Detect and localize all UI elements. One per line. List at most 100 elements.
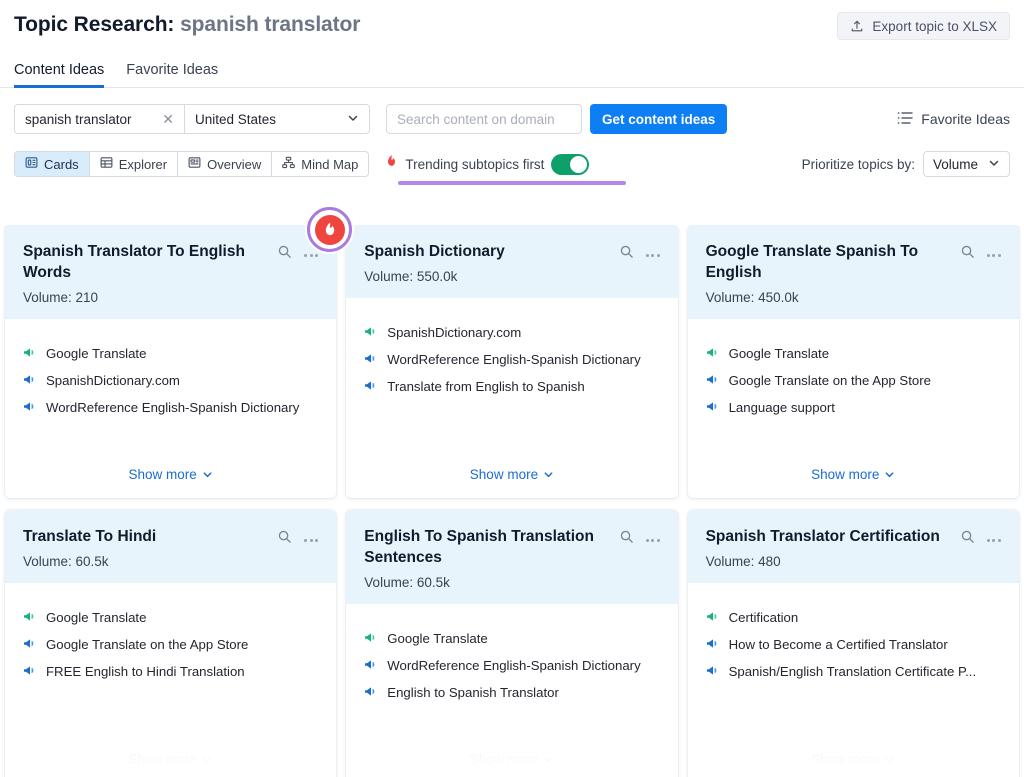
idea-item[interactable]: Google Translate on the App Store	[23, 636, 318, 655]
magnifier-icon[interactable]	[960, 529, 975, 544]
topic-card-volume: Volume: 480	[706, 554, 1001, 569]
mindmap-icon	[282, 156, 295, 172]
megaphone-icon	[706, 637, 720, 655]
ellipsis-icon[interactable]	[646, 246, 660, 257]
country-select[interactable]: United States	[184, 104, 370, 134]
view-option-cards[interactable]: Cards	[15, 152, 90, 176]
show-more-button[interactable]: Show more	[470, 752, 554, 767]
topic-card-body: Google Translate Google Translate on the…	[5, 583, 336, 743]
topic-card[interactable]: English To Spanish Translation Sentences…	[346, 510, 677, 777]
ellipsis-icon[interactable]	[987, 246, 1001, 257]
topic-card[interactable]: Spanish Dictionary Volume: 550.0k Spa	[346, 225, 677, 498]
idea-item[interactable]: Certification	[706, 609, 1001, 628]
topic-card[interactable]: Spanish Translator To English Words Volu…	[5, 225, 336, 498]
megaphone-icon	[706, 400, 720, 418]
idea-label: WordReference English-Spanish Dictionary	[46, 399, 299, 417]
ellipsis-icon[interactable]	[304, 531, 318, 542]
magnifier-icon[interactable]	[619, 529, 634, 544]
card-slot: Spanish Translator Certification Volume:…	[683, 510, 1024, 777]
idea-item[interactable]: English to Spanish Translator	[364, 684, 659, 703]
idea-item[interactable]: WordReference English-Spanish Dictionary	[23, 399, 318, 418]
show-more-button[interactable]: Show more	[811, 467, 895, 482]
magnifier-icon[interactable]	[277, 244, 292, 259]
magnifier-icon[interactable]	[960, 244, 975, 259]
content-ideas-grid: Spanish Translator To English Words Volu…	[0, 225, 1024, 777]
show-more-button[interactable]: Show more	[129, 467, 213, 482]
view-option-cards-label: Cards	[44, 157, 79, 172]
show-more-label: Show more	[470, 467, 538, 482]
get-content-ideas-button[interactable]: Get content ideas	[590, 104, 727, 134]
topic-card-footer: Show more	[5, 743, 336, 777]
chevron-down-icon	[988, 157, 1000, 172]
topic-card-footer: Show more	[346, 458, 677, 498]
domain-search-input[interactable]: Search content on domain	[386, 104, 582, 134]
chevron-down-icon	[347, 112, 359, 127]
idea-item[interactable]: FREE English to Hindi Translation	[23, 663, 318, 682]
topic-card-header: Spanish Translator Certification Volume:…	[688, 510, 1019, 583]
topic-card-header: Spanish Dictionary Volume: 550.0k	[346, 225, 677, 298]
topic-card-header: Spanish Translator To English Words Volu…	[5, 225, 336, 319]
megaphone-icon	[364, 631, 378, 649]
idea-item[interactable]: Google Translate	[706, 345, 1001, 364]
idea-item[interactable]: Language support	[706, 399, 1001, 418]
ellipsis-icon[interactable]	[987, 531, 1001, 542]
idea-item[interactable]: Google Translate	[23, 345, 318, 364]
keyword-input-value: spanish translator	[25, 112, 132, 127]
idea-item[interactable]: Translate from English to Spanish	[364, 378, 659, 397]
idea-item[interactable]: SpanishDictionary.com	[364, 324, 659, 343]
topic-card-body: Google Translate Google Translate on the…	[688, 319, 1019, 458]
topic-card-header: Translate To Hindi Volume: 60.5k	[5, 510, 336, 583]
trending-subtopics-toggle[interactable]	[551, 154, 589, 175]
overview-icon	[188, 156, 201, 172]
chevron-down-icon	[884, 754, 895, 765]
upload-icon	[850, 19, 864, 33]
idea-item[interactable]: Google Translate on the App Store	[706, 372, 1001, 391]
export-topic-button[interactable]: Export topic to XLSX	[837, 12, 1010, 40]
show-more-button[interactable]: Show more	[811, 752, 895, 767]
tab-content-ideas[interactable]: Content Ideas	[14, 62, 104, 88]
megaphone-icon	[706, 373, 720, 391]
close-icon[interactable]: ✕	[160, 110, 176, 128]
view-option-mind-map[interactable]: Mind Map	[272, 152, 368, 176]
prioritize-select[interactable]: Volume	[923, 151, 1010, 177]
ellipsis-icon[interactable]	[646, 531, 660, 542]
view-option-overview[interactable]: Overview	[178, 152, 272, 176]
topic-card[interactable]: Translate To Hindi Volume: 60.5k Goog	[5, 510, 336, 777]
idea-item[interactable]: WordReference English-Spanish Dictionary	[364, 351, 659, 370]
view-option-explorer[interactable]: Explorer	[90, 152, 178, 176]
chevron-down-icon	[202, 469, 213, 480]
chevron-down-icon	[884, 469, 895, 480]
topic-card-title: Translate To Hindi	[23, 526, 271, 547]
view-option-mind-map-label: Mind Map	[301, 157, 358, 172]
idea-label: Certification	[729, 609, 799, 627]
topic-card[interactable]: Spanish Translator Certification Volume:…	[688, 510, 1019, 777]
page-title-prefix: Topic Research:	[14, 13, 174, 36]
topic-card-title: Spanish Translator Certification	[706, 526, 954, 547]
tab-favorite-ideas[interactable]: Favorite Ideas	[126, 62, 218, 88]
topic-card-volume: Volume: 450.0k	[706, 290, 1001, 305]
keyword-input[interactable]: spanish translator ✕	[14, 104, 184, 134]
magnifier-icon[interactable]	[277, 529, 292, 544]
idea-item[interactable]: Spanish/English Translation Certificate …	[706, 663, 1001, 682]
idea-label: Spanish/English Translation Certificate …	[729, 663, 977, 681]
idea-item[interactable]: Google Translate	[364, 630, 659, 649]
show-more-button[interactable]: Show more	[129, 752, 213, 767]
topic-card-title: Spanish Dictionary	[364, 241, 612, 262]
idea-item[interactable]: SpanishDictionary.com	[23, 372, 318, 391]
view-option-explorer-label: Explorer	[119, 157, 167, 172]
megaphone-icon	[364, 685, 378, 703]
topic-card[interactable]: Google Translate Spanish To English Volu…	[688, 225, 1019, 498]
idea-item[interactable]: Google Translate	[23, 609, 318, 628]
view-switcher: Cards Explorer	[14, 151, 369, 177]
idea-item[interactable]: How to Become a Certified Translator	[706, 636, 1001, 655]
prioritize-control: Prioritize topics by: Volume	[802, 151, 1010, 177]
chevron-down-icon	[543, 469, 554, 480]
idea-item[interactable]: WordReference English-Spanish Dictionary	[364, 657, 659, 676]
show-more-button[interactable]: Show more	[470, 467, 554, 482]
favorite-ideas-link[interactable]: Favorite Ideas	[897, 111, 1010, 128]
chevron-down-icon	[543, 754, 554, 765]
idea-label: Google Translate	[46, 609, 146, 627]
topic-card-body: SpanishDictionary.com WordReference Engl…	[346, 298, 677, 458]
magnifier-icon[interactable]	[619, 244, 634, 259]
cards-icon	[25, 156, 38, 172]
